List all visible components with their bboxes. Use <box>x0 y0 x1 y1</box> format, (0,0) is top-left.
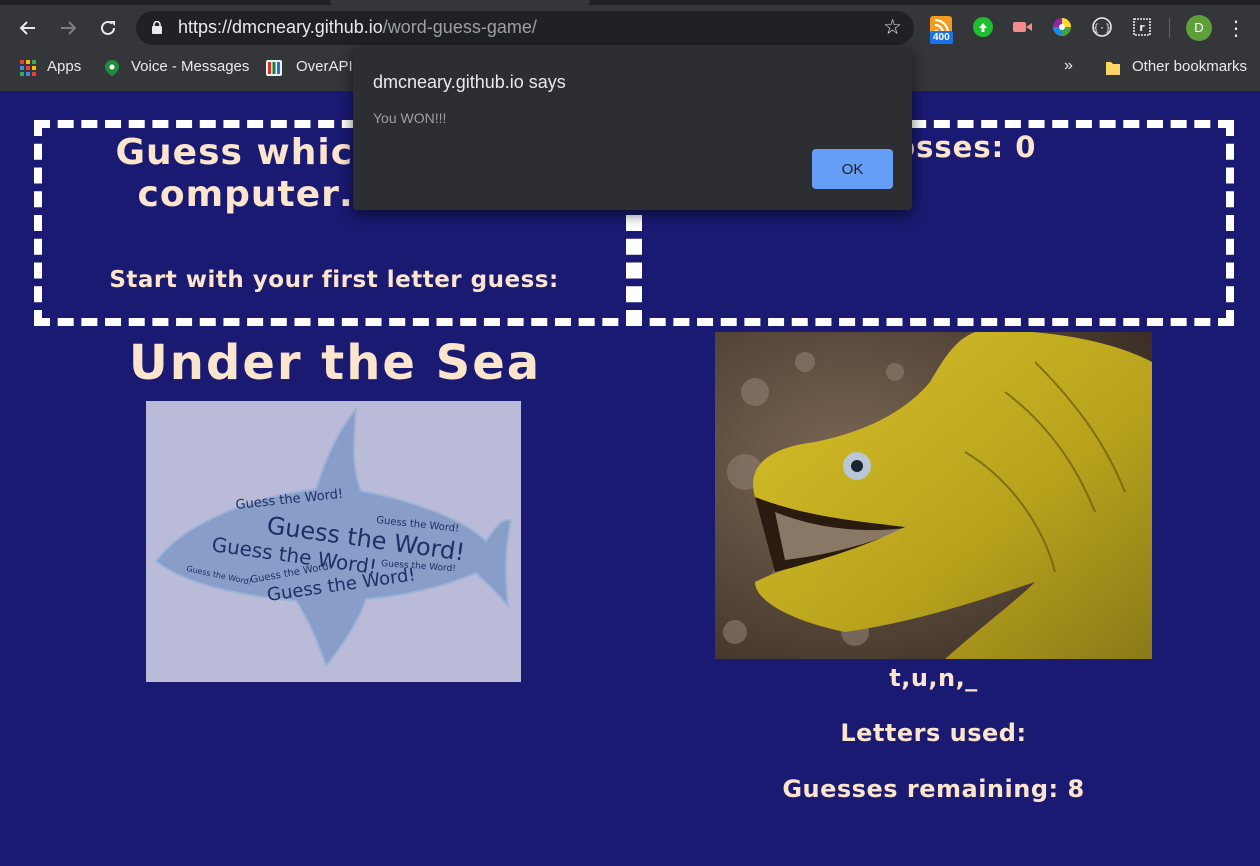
theme-title: Under the Sea <box>128 335 542 391</box>
address-bar[interactable]: https://dmcneary.github.io/word-guess-ga… <box>136 11 914 45</box>
profile-avatar[interactable]: D <box>1186 15 1212 41</box>
bookmarks-overflow-icon[interactable]: » <box>1064 57 1073 75</box>
voice-icon <box>105 60 119 76</box>
shark-illustration: Guess the Word! Guess the Word! Guess th… <box>154 406 513 669</box>
reload-icon <box>101 20 115 35</box>
code-extension-icon[interactable]: {·} <box>1091 16 1113 38</box>
bookmark-star-icon[interactable]: ☆ <box>883 15 902 39</box>
reload-button[interactable] <box>94 14 122 42</box>
back-button[interactable] <box>14 14 42 42</box>
folder-icon <box>1106 62 1120 75</box>
url-host: https://dmcneary.github.io <box>178 17 383 37</box>
eel-illustration <box>715 332 1152 659</box>
extension-badge: 400 <box>930 31 953 44</box>
alert-title: dmcneary.github.io says <box>373 72 566 92</box>
bookmark-voice-messages[interactable]: Voice - Messages <box>131 58 249 75</box>
alert-message: You WON!!! <box>373 110 447 126</box>
svg-text:{·}: {·} <box>1093 23 1111 34</box>
toolbar-divider <box>1169 18 1170 38</box>
other-bookmarks[interactable]: Other bookmarks <box>1132 58 1247 75</box>
guesses-remaining: Guesses remaining: 8 <box>782 775 1085 803</box>
video-extension-icon[interactable] <box>1011 16 1033 38</box>
game-instructions: Start with your first letter guess: <box>109 267 559 293</box>
green-extension-icon[interactable] <box>972 16 994 38</box>
url-path: /word-guess-game/ <box>382 17 537 37</box>
word-progress: t,u,n,_ <box>889 664 978 692</box>
back-icon <box>19 21 35 35</box>
active-tab[interactable] <box>330 0 590 5</box>
color-wheel-extension-icon[interactable] <box>1051 16 1073 38</box>
letters-used: Letters used: <box>840 719 1027 747</box>
r-extension-icon[interactable]: r <box>1131 16 1153 38</box>
bookmark-overapi[interactable]: OverAPI. <box>296 58 357 75</box>
forward-icon <box>61 21 77 35</box>
url-text[interactable]: https://dmcneary.github.io/word-guess-ga… <box>178 17 537 38</box>
menu-icon[interactable]: ⋮ <box>1226 14 1246 42</box>
moray-eel-photo <box>715 332 1152 659</box>
lock-icon <box>152 21 162 34</box>
svg-text:r: r <box>1139 21 1145 34</box>
tab-strip <box>0 0 1260 5</box>
apps-grid-icon <box>20 60 36 76</box>
ok-button[interactable]: OK <box>812 149 893 189</box>
shark-word-cloud-image: Guess the Word! Guess the Word! Guess th… <box>146 401 521 682</box>
forward-button[interactable] <box>54 14 82 42</box>
alert-dialog: dmcneary.github.io says You WON!!! OK <box>353 48 912 210</box>
overapi-icon <box>266 60 282 76</box>
bookmark-apps[interactable]: Apps <box>47 58 81 75</box>
